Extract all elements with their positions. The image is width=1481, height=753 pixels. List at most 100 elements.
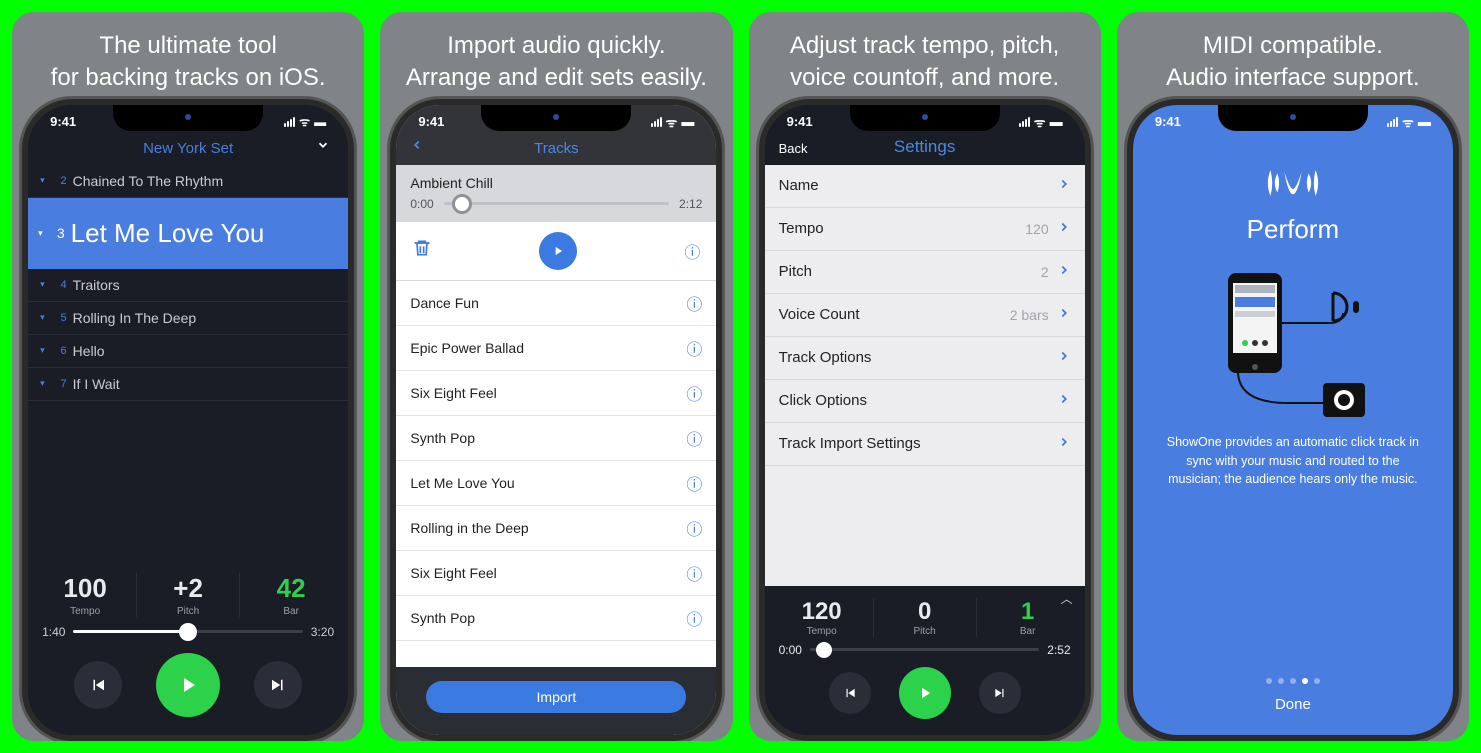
- play-button[interactable]: [899, 667, 951, 719]
- setlist-row[interactable]: ▾ 6 Hello: [28, 335, 348, 368]
- setlist-row[interactable]: ▾2Chained To The Rhythm: [28, 165, 348, 198]
- pager-dot[interactable]: [1314, 678, 1320, 684]
- setlist-row[interactable]: ▾4Traitors: [28, 269, 348, 302]
- info-icon[interactable]: ⓘ: [686, 381, 702, 405]
- info-icon[interactable]: ⓘ: [686, 561, 702, 585]
- settings-row[interactable]: Name: [765, 165, 1085, 208]
- status-time: 9:41: [418, 114, 444, 129]
- onboarding-text: ShowOne provides an automatic click trac…: [1133, 433, 1453, 489]
- status-time: 9:41: [50, 114, 76, 129]
- playback-stats: ︿ 120Tempo 0Pitch 1Bar: [765, 594, 1085, 641]
- chevron-right-icon: [1057, 177, 1071, 195]
- preview-play-button[interactable]: [539, 232, 577, 270]
- phone-frame: 9:41 ᯤ▬ Tracks Ambient Chill 0:00 2:12: [396, 105, 716, 735]
- row-index: 6: [51, 345, 67, 357]
- info-icon[interactable]: ⓘ: [686, 606, 702, 630]
- settings-row[interactable]: Voice Count2 bars: [765, 294, 1085, 337]
- app-logo-icon: [1267, 163, 1319, 208]
- prev-button[interactable]: [74, 661, 122, 709]
- info-icon[interactable]: ⓘ: [686, 426, 702, 450]
- track-preview: Ambient Chill 0:00 2:12: [396, 165, 716, 221]
- settings-row[interactable]: Pitch 2: [765, 251, 1085, 294]
- progress-slider[interactable]: 1:40 3:20: [28, 623, 348, 647]
- track-row[interactable]: Let Me Love Youⓘ: [396, 461, 716, 506]
- row-index: 3: [49, 225, 65, 241]
- done-button[interactable]: Done: [1275, 696, 1311, 713]
- row-index: 2: [51, 175, 67, 187]
- pager-dot[interactable]: [1302, 678, 1308, 684]
- set-title: New York Set: [143, 140, 233, 157]
- chevron-down-icon[interactable]: [316, 138, 330, 157]
- setlist-rows: ▾2Chained To The Rhythm ▾ 3 Let Me Love You…: [28, 165, 348, 563]
- marker-icon: ▾: [40, 279, 45, 290]
- tempo-stat[interactable]: 120Tempo: [771, 598, 873, 637]
- prev-button[interactable]: [829, 672, 871, 714]
- track-row[interactable]: Six Eight Feelⓘ: [396, 551, 716, 596]
- next-button[interactable]: [254, 661, 302, 709]
- caption: The ultimate tool for backing tracks on …: [51, 30, 326, 95]
- pitch-stat[interactable]: 0Pitch: [873, 598, 976, 637]
- setting-label: Tempo: [779, 220, 824, 237]
- page-title: Settings: [894, 137, 955, 157]
- setlist-row[interactable]: ▾5Rolling In The Deep: [28, 302, 348, 335]
- playback-stats: 100Tempo +2Pitch 42Bar: [28, 563, 348, 623]
- promo-panel-1: The ultimate tool for backing tracks on …: [12, 12, 364, 741]
- settings-row[interactable]: Track Options: [765, 337, 1085, 380]
- time-total: 3:20: [311, 625, 334, 639]
- info-icon[interactable]: ⓘ: [686, 336, 702, 360]
- info-icon[interactable]: ⓘ: [686, 516, 702, 540]
- chevron-right-icon: [1057, 220, 1071, 238]
- track-row[interactable]: Rolling in the Deepⓘ: [396, 506, 716, 551]
- bar-stat[interactable]: 42Bar: [239, 573, 342, 617]
- marker-icon: ▾: [40, 345, 45, 356]
- back-button[interactable]: [410, 138, 424, 157]
- promo-panel-4: MIDI compatible. Audio interface support…: [1117, 12, 1469, 741]
- pitch-stat[interactable]: +2Pitch: [136, 573, 239, 617]
- track-row[interactable]: Synth Popⓘ: [396, 416, 716, 461]
- pager-dot[interactable]: [1278, 678, 1284, 684]
- setlist-row[interactable]: ▾7If I Wait: [28, 368, 348, 401]
- setting-label: Pitch: [779, 263, 812, 280]
- track-name: Dance Fun: [410, 295, 478, 311]
- settings-row[interactable]: Track Import Settings: [765, 423, 1085, 466]
- preview-slider[interactable]: [444, 202, 669, 205]
- settings-list: NameTempo120Pitch2Voice Count2 barsTrack…: [765, 165, 1085, 586]
- tempo-stat[interactable]: 100Tempo: [34, 573, 136, 617]
- promo-panel-3: Adjust track tempo, pitch, voice countof…: [749, 12, 1101, 741]
- illustration: [1193, 263, 1393, 423]
- pager-dot[interactable]: [1290, 678, 1296, 684]
- back-button[interactable]: Back: [779, 141, 808, 156]
- time-current: 1:40: [42, 625, 65, 639]
- progress-slider[interactable]: 0:00 2:52: [765, 641, 1085, 665]
- track-row[interactable]: Dance Fun ⓘ: [396, 281, 716, 326]
- status-icons: ᯤ▬: [284, 113, 326, 130]
- setting-label: Click Options: [779, 392, 867, 409]
- track-row[interactable]: Six Eight Feel ⓘ: [396, 371, 716, 416]
- track-row[interactable]: Synth Popⓘ: [396, 596, 716, 641]
- settings-row[interactable]: Click Options: [765, 380, 1085, 423]
- chevron-right-icon: [1057, 435, 1071, 453]
- chevron-right-icon: [1057, 306, 1071, 324]
- setting-label: Name: [779, 177, 819, 194]
- page-indicator: [1266, 678, 1320, 684]
- next-button[interactable]: [979, 672, 1021, 714]
- chevron-right-icon: [1057, 263, 1071, 281]
- info-icon[interactable]: ⓘ: [684, 239, 700, 263]
- pager-dot[interactable]: [1266, 678, 1272, 684]
- setlist-row[interactable]: ▾3Let Me Love You: [28, 198, 348, 269]
- expand-icon[interactable]: ︿: [1061, 590, 1073, 607]
- track-row[interactable]: Epic Power Balladⓘ: [396, 326, 716, 371]
- track-name: Hello: [73, 343, 105, 359]
- setting-value: 2: [1041, 264, 1049, 280]
- track-name: Let Me Love You: [71, 218, 265, 249]
- settings-row[interactable]: Tempo120: [765, 208, 1085, 251]
- trash-icon[interactable]: [412, 238, 432, 263]
- marker-icon: ▾: [40, 312, 45, 323]
- track-name: Six Eight Feel: [410, 385, 496, 401]
- info-icon[interactable]: ⓘ: [686, 471, 702, 495]
- setting-label: Track Import Settings: [779, 435, 921, 452]
- play-button[interactable]: [156, 653, 220, 717]
- info-icon[interactable]: ⓘ: [686, 291, 702, 315]
- chevron-right-icon: [1057, 349, 1071, 367]
- import-button[interactable]: Import: [426, 681, 686, 713]
